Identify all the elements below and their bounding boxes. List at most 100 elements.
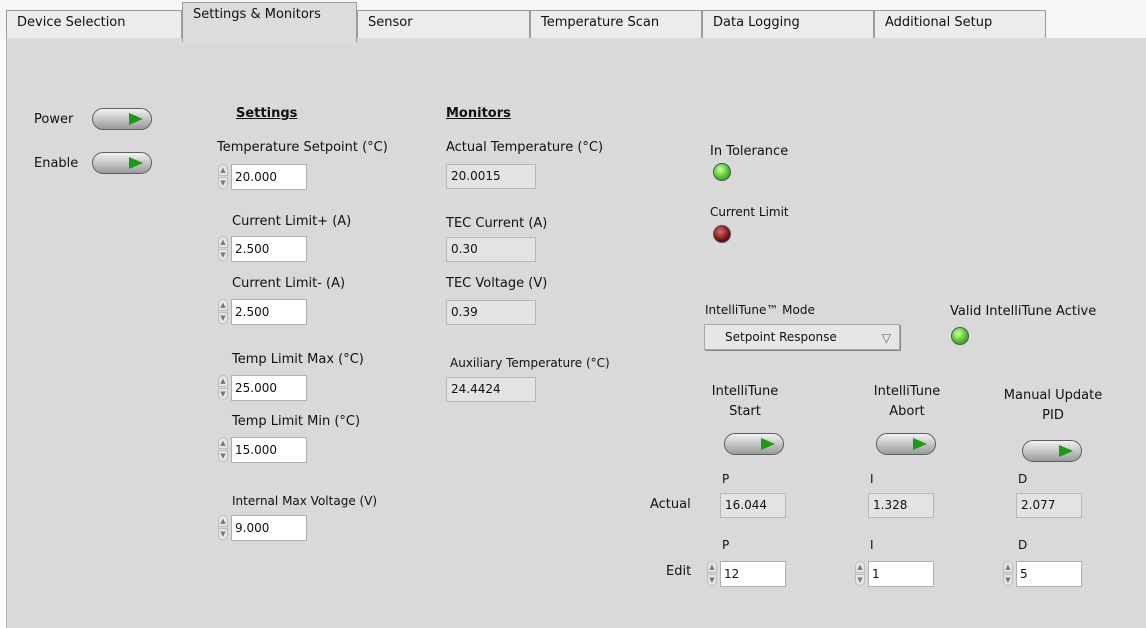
- spin-buttons[interactable]: ▲ ▼: [706, 561, 718, 587]
- power-label: Power: [34, 112, 74, 127]
- edit-row-label: Edit: [666, 564, 692, 579]
- intellitune-start-label: IntelliTune Start: [700, 382, 790, 422]
- decrement-icon[interactable]: ▼: [218, 388, 228, 400]
- intellitune-abort-button[interactable]: [876, 433, 936, 455]
- decrement-icon[interactable]: ▼: [218, 450, 228, 462]
- decrement-icon[interactable]: ▼: [707, 574, 717, 586]
- temp-limit-max-label: Temp Limit Max (°C): [232, 352, 364, 367]
- enable-switch[interactable]: [92, 152, 152, 174]
- edit-d-control[interactable]: ▲ ▼ 5: [1002, 561, 1082, 587]
- settings-header: Settings: [236, 106, 298, 121]
- edit-p-control[interactable]: ▲ ▼ 12: [706, 561, 786, 587]
- edit-i-control[interactable]: ▲ ▼ 1: [854, 561, 934, 587]
- actual-p-indicator: 16.044: [720, 493, 786, 518]
- spin-buttons[interactable]: ▲ ▼: [217, 375, 229, 401]
- increment-icon[interactable]: ▲: [1003, 561, 1013, 573]
- arrow-right-icon: [761, 438, 775, 450]
- power-switch[interactable]: [92, 108, 152, 130]
- current-limit-plus-input[interactable]: 2.500: [231, 236, 307, 262]
- temp-setpoint-control[interactable]: ▲ ▼ 20.000: [217, 164, 307, 190]
- intellitune-mode-select[interactable]: Setpoint Response ▽: [704, 324, 900, 350]
- temp-limit-max-control[interactable]: ▲ ▼ 25.000: [217, 375, 307, 401]
- increment-icon[interactable]: ▲: [707, 561, 717, 573]
- intellitune-abort-line2: Abort: [889, 404, 925, 419]
- spin-buttons[interactable]: ▲ ▼: [217, 299, 229, 325]
- increment-icon[interactable]: ▲: [218, 375, 228, 387]
- tec-current-indicator: 0.30: [446, 237, 536, 262]
- tec-current-label: TEC Current (A): [446, 216, 548, 231]
- manual-update-line1: Manual Update: [1003, 388, 1103, 403]
- tab-device-selection[interactable]: Device Selection: [6, 10, 182, 38]
- temp-limit-max-input[interactable]: 25.000: [231, 375, 307, 401]
- decrement-icon[interactable]: ▼: [1003, 574, 1013, 586]
- spin-buttons[interactable]: ▲ ▼: [217, 236, 229, 262]
- tec-voltage-indicator: 0.39: [446, 300, 536, 325]
- increment-icon[interactable]: ▲: [218, 515, 228, 527]
- edit-d-input[interactable]: 5: [1016, 561, 1082, 587]
- temp-setpoint-input[interactable]: 20.000: [231, 164, 307, 190]
- intellitune-mode-label: IntelliTune™ Mode: [705, 303, 815, 317]
- decrement-icon[interactable]: ▼: [218, 528, 228, 540]
- actual-d-indicator: 2.077: [1016, 493, 1082, 518]
- actual-d-label: D: [1018, 472, 1028, 486]
- current-limit-plus-label: Current Limit+ (A): [232, 214, 352, 229]
- intellitune-mode-value: Setpoint Response: [725, 330, 837, 344]
- current-limit-minus-label: Current Limit- (A): [232, 276, 346, 291]
- intellitune-start-line1: IntelliTune: [711, 384, 779, 399]
- decrement-icon[interactable]: ▼: [855, 574, 865, 586]
- temp-limit-min-label: Temp Limit Min (°C): [232, 414, 361, 429]
- tab-data-logging[interactable]: Data Logging: [702, 10, 874, 38]
- spin-buttons[interactable]: ▲ ▼: [217, 515, 229, 541]
- increment-icon[interactable]: ▲: [855, 561, 865, 573]
- current-limit-minus-input[interactable]: 2.500: [231, 299, 307, 325]
- manual-update-line2: PID: [1042, 408, 1064, 423]
- current-limit-plus-control[interactable]: ▲ ▼ 2.500: [217, 236, 307, 262]
- auxiliary-temperature-label: Auxiliary Temperature (°C): [450, 356, 610, 370]
- settings-monitors-panel: [6, 38, 1146, 628]
- increment-icon[interactable]: ▲: [218, 236, 228, 248]
- increment-icon[interactable]: ▲: [218, 437, 228, 449]
- tab-sensor[interactable]: Sensor: [357, 10, 530, 38]
- edit-d-label: D: [1018, 538, 1028, 552]
- decrement-icon[interactable]: ▼: [218, 249, 228, 261]
- actual-temperature-label: Actual Temperature (°C): [446, 140, 604, 155]
- edit-i-input[interactable]: 1: [868, 561, 934, 587]
- current-limit-minus-control[interactable]: ▲ ▼ 2.500: [217, 299, 307, 325]
- valid-intellitune-label: Valid IntelliTune Active: [950, 304, 1097, 319]
- edit-p-input[interactable]: 12: [720, 561, 786, 587]
- tab-settings-monitors[interactable]: Settings & Monitors: [182, 2, 357, 42]
- actual-i-label: I: [870, 472, 874, 486]
- manual-update-pid-button[interactable]: [1022, 440, 1082, 462]
- intellitune-start-button[interactable]: [724, 433, 784, 455]
- auxiliary-temperature-indicator: 24.4424: [446, 377, 536, 402]
- arrow-right-icon: [1059, 445, 1073, 457]
- internal-max-voltage-control[interactable]: ▲ ▼ 9.000: [217, 515, 307, 541]
- chevron-down-icon: ▽: [881, 331, 891, 345]
- arrow-right-icon: [129, 157, 143, 169]
- increment-icon[interactable]: ▲: [218, 164, 228, 176]
- decrement-icon[interactable]: ▼: [218, 177, 228, 189]
- actual-i-indicator: 1.328: [868, 493, 934, 518]
- temp-limit-min-input[interactable]: 15.000: [231, 437, 307, 463]
- intellitune-abort-line1: IntelliTune: [873, 384, 941, 399]
- spin-buttons[interactable]: ▲ ▼: [217, 164, 229, 190]
- tab-additional-setup[interactable]: Additional Setup: [874, 10, 1046, 38]
- decrement-icon[interactable]: ▼: [218, 312, 228, 324]
- edit-p-label: P: [722, 538, 730, 552]
- in-tolerance-led: [713, 163, 731, 181]
- actual-p-label: P: [722, 472, 730, 486]
- internal-max-voltage-input[interactable]: 9.000: [231, 515, 307, 541]
- tab-temperature-scan[interactable]: Temperature Scan: [530, 10, 702, 38]
- tab-bar: Device Selection Settings & Monitors Sen…: [0, 0, 1146, 42]
- actual-temperature-indicator: 20.0015: [446, 164, 536, 189]
- spin-buttons[interactable]: ▲ ▼: [1002, 561, 1014, 587]
- spin-buttons[interactable]: ▲ ▼: [854, 561, 866, 587]
- tec-voltage-label: TEC Voltage (V): [446, 276, 548, 291]
- spin-buttons[interactable]: ▲ ▼: [217, 437, 229, 463]
- actual-row-label: Actual: [650, 497, 691, 512]
- edit-i-label: I: [870, 538, 874, 552]
- enable-label: Enable: [34, 156, 79, 171]
- increment-icon[interactable]: ▲: [218, 299, 228, 311]
- temp-limit-min-control[interactable]: ▲ ▼ 15.000: [217, 437, 307, 463]
- intellitune-start-line2: Start: [729, 404, 761, 419]
